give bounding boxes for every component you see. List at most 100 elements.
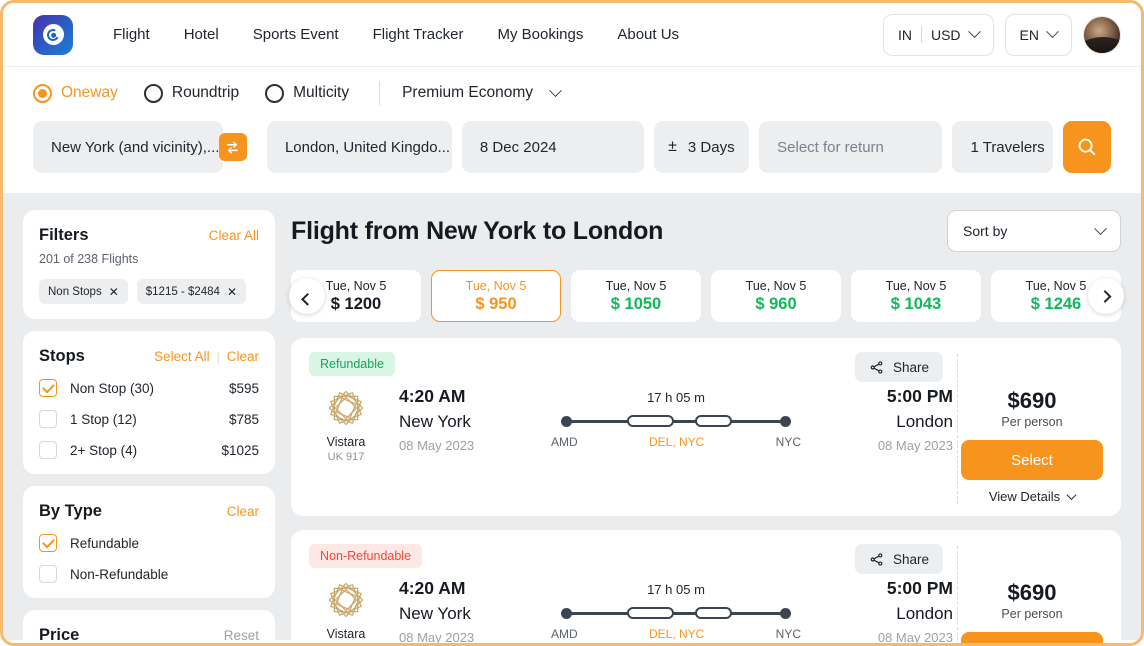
nav-item-flight[interactable]: Flight xyxy=(113,26,150,43)
app-window: Flight Hotel Sports Event Flight Tracker… xyxy=(0,0,1144,646)
destination-input[interactable]: London, United Kingdo... xyxy=(267,121,452,173)
date-price: $ 960 xyxy=(755,295,796,314)
checkbox-icon[interactable] xyxy=(39,534,57,552)
vistara-logo-icon xyxy=(326,580,366,620)
nav-item-sports-event[interactable]: Sports Event xyxy=(253,26,339,43)
radio-icon xyxy=(33,84,52,103)
cabin-class-selector[interactable]: Premium Economy xyxy=(402,84,560,102)
route-codes: AMD DEL, NYC NYC xyxy=(551,435,801,449)
share-label: Share xyxy=(893,360,929,375)
select-button[interactable]: Select xyxy=(961,440,1103,480)
arrival-city: London xyxy=(803,604,953,624)
type-option-refundable[interactable]: Refundable xyxy=(39,534,259,552)
app-logo-icon[interactable] xyxy=(33,15,73,55)
filter-chip[interactable]: $1215 - $2484 ✕ xyxy=(137,279,246,304)
option-label: Non-Refundable xyxy=(70,567,168,582)
select-button[interactable]: Select xyxy=(961,632,1103,646)
avatar[interactable] xyxy=(1083,16,1121,54)
date-card[interactable]: Tue, Nov 5 $ 1043 xyxy=(851,270,981,322)
clear-button[interactable]: Clear xyxy=(227,504,259,519)
reset-button[interactable]: Reset xyxy=(224,628,259,643)
flex-days-toggle[interactable]: ± 3 Days xyxy=(654,121,750,173)
nav-item-about-us[interactable]: About Us xyxy=(617,26,679,43)
stops-option-1-stop[interactable]: 1 Stop (12) $785 xyxy=(39,410,259,428)
flight-result-card[interactable]: Refundable Share xyxy=(291,338,1121,516)
carousel-next-button[interactable] xyxy=(1088,278,1124,314)
status-badge: Refundable xyxy=(309,352,395,376)
currency-code: USD xyxy=(931,27,961,43)
nav-item-flight-tracker[interactable]: Flight Tracker xyxy=(373,26,464,43)
divider xyxy=(921,26,922,43)
depart-date-input[interactable]: 8 Dec 2024 xyxy=(462,121,644,173)
currency-selector[interactable]: IN USD xyxy=(883,14,994,56)
main-nav: Flight Hotel Sports Event Flight Tracker… xyxy=(113,26,679,43)
results-header: Flight from New York to London Sort by xyxy=(291,210,1121,252)
language-selector[interactable]: EN xyxy=(1005,14,1072,56)
airline-name: Vistara xyxy=(309,627,383,641)
date-price: $ 1200 xyxy=(331,295,381,314)
active-filter-chips: Non Stops ✕ $1215 - $2484 ✕ xyxy=(39,279,259,304)
clear-button[interactable]: Clear xyxy=(227,349,259,364)
stops-option-non-stop[interactable]: Non Stop (30) $595 xyxy=(39,379,259,397)
route-block: 17 h 05 m AMD DEL, NYC NYC xyxy=(549,386,803,449)
trip-type-roundtrip[interactable]: Roundtrip xyxy=(144,84,239,103)
radio-icon xyxy=(265,84,284,103)
date-label: Tue, Nov 5 xyxy=(466,279,527,293)
close-icon[interactable]: ✕ xyxy=(227,286,237,298)
return-date-input[interactable]: Select for return xyxy=(759,121,942,173)
chip-label: $1215 - $2484 xyxy=(146,286,220,298)
route-line xyxy=(559,606,793,620)
route-line xyxy=(559,414,793,428)
sort-by-dropdown[interactable]: Sort by xyxy=(947,210,1121,252)
chevron-right-icon xyxy=(1098,290,1111,303)
view-details-button[interactable]: View Details xyxy=(961,489,1103,504)
trip-type-oneway[interactable]: Oneway xyxy=(33,84,118,103)
divider xyxy=(379,81,380,105)
date-label: Tue, Nov 5 xyxy=(326,279,387,293)
date-card-selected[interactable]: Tue, Nov 5 $ 950 xyxy=(431,270,561,322)
share-button[interactable]: Share xyxy=(855,352,943,382)
swap-arrows-icon[interactable] xyxy=(219,133,247,161)
airline-block: Vistara UK 917 xyxy=(309,386,383,463)
select-all-button[interactable]: Select All xyxy=(154,349,210,364)
filter-chip[interactable]: Non Stops ✕ xyxy=(39,279,128,304)
date-card[interactable]: Tue, Nov 5 $ 1050 xyxy=(571,270,701,322)
search-icon xyxy=(1076,136,1098,158)
origin-input[interactable]: New York (and vicinity),... xyxy=(33,121,223,173)
checkbox-icon[interactable] xyxy=(39,379,57,397)
trip-type-multicity[interactable]: Multicity xyxy=(265,84,349,103)
carousel-prev-button[interactable] xyxy=(289,278,325,314)
destination-code: NYC xyxy=(776,627,801,641)
checkbox-icon[interactable] xyxy=(39,441,57,459)
clear-all-button[interactable]: Clear All xyxy=(209,228,259,243)
stops-option-2-plus-stop[interactable]: 2+ Stop (4) $1025 xyxy=(39,441,259,459)
chevron-down-icon xyxy=(1046,25,1059,38)
price-header: Price Reset xyxy=(39,626,259,645)
filters-title: Filters xyxy=(39,226,89,245)
search-button[interactable] xyxy=(1063,121,1111,173)
date-card[interactable]: Tue, Nov 5 $ 960 xyxy=(711,270,841,322)
type-option-non-refundable[interactable]: Non-Refundable xyxy=(39,565,259,583)
nav-item-my-bookings[interactable]: My Bookings xyxy=(497,26,583,43)
route-origin-dot xyxy=(561,416,572,427)
travelers-input[interactable]: 1 Travelers xyxy=(952,121,1053,173)
date-price: $ 1050 xyxy=(611,295,661,314)
checkbox-icon[interactable] xyxy=(39,565,57,583)
arrival-time: 5:00 PM xyxy=(803,386,953,407)
flight-duration: 17 h 05 m xyxy=(549,390,803,405)
by-type-title: By Type xyxy=(39,502,102,521)
logo-inner-circle xyxy=(43,24,64,45)
chevron-down-icon xyxy=(1094,222,1107,235)
close-icon[interactable]: ✕ xyxy=(109,286,119,298)
departure-date: 08 May 2023 xyxy=(399,630,549,645)
flight-result-card[interactable]: Non-Refundable Share xyxy=(291,530,1121,646)
departure-time: 4:20 AM xyxy=(399,578,549,599)
nav-item-hotel[interactable]: Hotel xyxy=(184,26,219,43)
departure-block: 4:20 AM New York 08 May 2023 xyxy=(399,578,549,645)
checkbox-icon[interactable] xyxy=(39,410,57,428)
share-button[interactable]: Share xyxy=(855,544,943,574)
option-label: 2+ Stop (4) xyxy=(70,443,137,458)
date-label: Tue, Nov 5 xyxy=(886,279,947,293)
language-code: EN xyxy=(1020,27,1039,43)
arrival-date: 08 May 2023 xyxy=(803,630,953,645)
